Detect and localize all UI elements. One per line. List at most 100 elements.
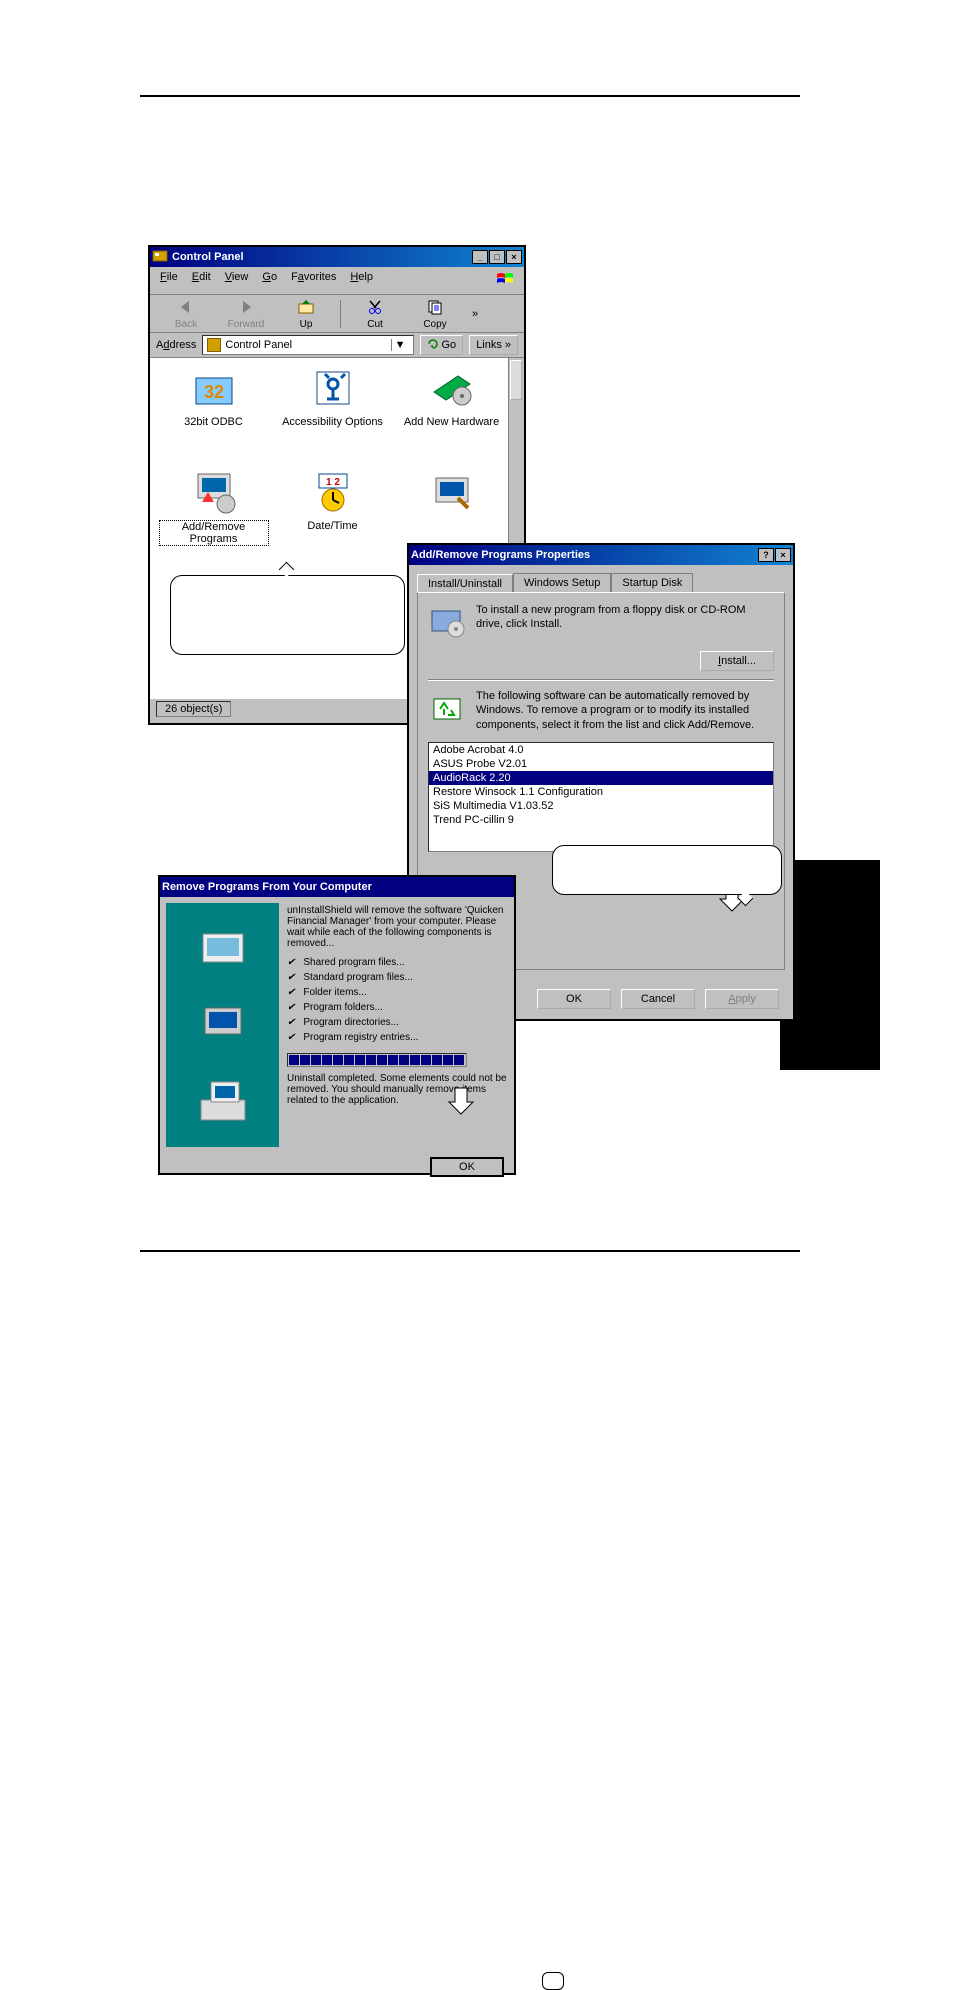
progress-block [333, 1055, 343, 1065]
close-button[interactable]: × [506, 250, 522, 264]
progress-block [344, 1055, 354, 1065]
page-side-tab [780, 860, 880, 1070]
page-rule-top [140, 95, 800, 97]
menu-help[interactable]: Help [350, 271, 373, 290]
menu-view[interactable]: View [225, 271, 249, 290]
program-list-item[interactable]: Restore Winsock 1.1 Configuration [429, 785, 773, 799]
tab-windows-setup[interactable]: Windows Setup [513, 573, 611, 592]
go-button[interactable]: Go [420, 335, 464, 355]
progress-block [421, 1055, 431, 1065]
address-field[interactable]: Control Panel ▼ [202, 335, 413, 355]
callout-bubble [552, 845, 782, 895]
scroll-thumb[interactable] [510, 360, 522, 400]
checkmark-icon: ✔ [287, 1017, 295, 1028]
control-panel-item[interactable]: Add New Hardware [394, 364, 509, 464]
tab-install-uninstall[interactable]: Install/Uninstall [417, 574, 513, 593]
menu-file[interactable]: File [160, 271, 178, 290]
address-bar: Address Control Panel ▼ Go Links » [150, 333, 524, 358]
address-label: Address [156, 339, 196, 351]
close-button[interactable]: × [775, 548, 791, 562]
dropdown-arrow-icon[interactable]: ▼ [391, 339, 409, 351]
control-panel-item[interactable]: 3232bit ODBC [156, 364, 271, 464]
checkmark-icon: ✔ [287, 1002, 295, 1013]
progress-block [366, 1055, 376, 1065]
checklist-item: ✔ Program directories... [287, 1015, 508, 1030]
checklist-label: Program directories... [303, 1017, 399, 1028]
links-button[interactable]: Links » [469, 335, 518, 355]
titlebar[interactable]: Control Panel _ □ × [150, 247, 524, 267]
window-title: Control Panel [172, 251, 244, 263]
progress-block [377, 1055, 387, 1065]
back-button[interactable]: Back [156, 297, 216, 330]
ok-button[interactable]: OK [430, 1157, 504, 1177]
ok-button[interactable]: OK [537, 989, 611, 1009]
cut-button[interactable]: Cut [345, 297, 405, 330]
program-list-item[interactable]: Trend PC-cillin 9 [429, 813, 773, 827]
program-list-item[interactable]: SiS Multimedia V1.03.52 [429, 799, 773, 813]
control-panel-item-label: Date/Time [307, 520, 357, 532]
cancel-button[interactable]: Cancel [621, 989, 695, 1009]
copy-button[interactable]: Copy [405, 297, 465, 330]
progress-block [443, 1055, 453, 1065]
checklist-label: Folder items... [303, 987, 366, 998]
uninstall-wizard: Remove Programs From Your Computer unIns… [158, 875, 516, 1175]
program-list-item[interactable]: ASUS Probe V2.01 [429, 757, 773, 771]
control-panel-item[interactable]: Accessibility Options [275, 364, 390, 464]
control-panel-icon [152, 249, 168, 265]
forward-button[interactable]: Forward [216, 297, 276, 330]
control-panel-item-icon [309, 364, 357, 412]
recycle-icon [428, 689, 466, 727]
installed-programs-list[interactable]: Adobe Acrobat 4.0ASUS Probe V2.01AudioRa… [428, 742, 774, 852]
wizard-graphic [166, 903, 279, 1147]
callout-bubble [542, 1972, 564, 1990]
remove-message: The following software can be automatica… [476, 689, 774, 732]
progress-block [300, 1055, 310, 1065]
checkmark-icon: ✔ [287, 957, 295, 968]
help-button[interactable]: ? [758, 548, 774, 562]
install-button[interactable]: Install... [700, 651, 774, 671]
progress-block [388, 1055, 398, 1065]
checklist-label: Shared program files... [303, 957, 404, 968]
separator [340, 300, 341, 328]
program-list-item[interactable]: Adobe Acrobat 4.0 [429, 743, 773, 757]
status-text: 26 object(s) [156, 701, 231, 717]
tab-startup-disk[interactable]: Startup Disk [611, 573, 693, 592]
program-list-item[interactable]: AudioRack 2.20 [429, 771, 773, 785]
forward-arrow-icon [237, 297, 255, 317]
wizard-intro: unInstallShield will remove the software… [287, 905, 508, 949]
separator [428, 679, 774, 681]
toolbar-overflow-icon[interactable]: » [465, 308, 485, 320]
titlebar[interactable]: Remove Programs From Your Computer [160, 877, 514, 897]
maximize-button[interactable]: □ [489, 250, 505, 264]
copy-icon [426, 297, 444, 317]
control-panel-item-icon [190, 468, 238, 516]
control-panel-item-icon [428, 468, 476, 516]
control-panel-item-label: Accessibility Options [282, 416, 383, 428]
progress-block [454, 1055, 464, 1065]
control-panel-item[interactable]: 1 2Date/Time [275, 468, 390, 568]
checklist-item: ✔Standard program files... [287, 970, 508, 985]
menu-favorites[interactable]: Favorites [291, 271, 336, 290]
callout-bubble [170, 575, 405, 655]
minimize-button[interactable]: _ [472, 250, 488, 264]
titlebar[interactable]: Add/Remove Programs Properties ? × [409, 545, 793, 565]
checklist-item: ✔Folder items... [287, 985, 508, 1000]
control-panel-item-label: Add/Remove Programs [159, 520, 269, 546]
apply-button[interactable]: Apply [705, 989, 779, 1009]
menu-go[interactable]: Go [262, 271, 277, 290]
up-button[interactable]: Up [276, 297, 336, 330]
checklist-item: ✔ Shared program files... [287, 955, 508, 970]
control-panel-item-label: Add New Hardware [404, 416, 499, 428]
tab-bar: Install/Uninstall Windows Setup Startup … [409, 565, 793, 592]
chevron-right-icon: » [505, 339, 511, 351]
menu-edit[interactable]: Edit [192, 271, 211, 290]
control-panel-mini-icon [207, 338, 221, 352]
scissors-icon [366, 297, 384, 317]
install-message: To install a new program from a floppy d… [476, 603, 774, 632]
folder-up-icon [297, 297, 315, 317]
checklist-item: ✔Program folders... [287, 1000, 508, 1015]
back-arrow-icon [177, 297, 195, 317]
svg-text:32: 32 [203, 382, 223, 402]
progress-bar [287, 1053, 467, 1067]
control-panel-item[interactable]: Add/Remove Programs [156, 468, 271, 568]
